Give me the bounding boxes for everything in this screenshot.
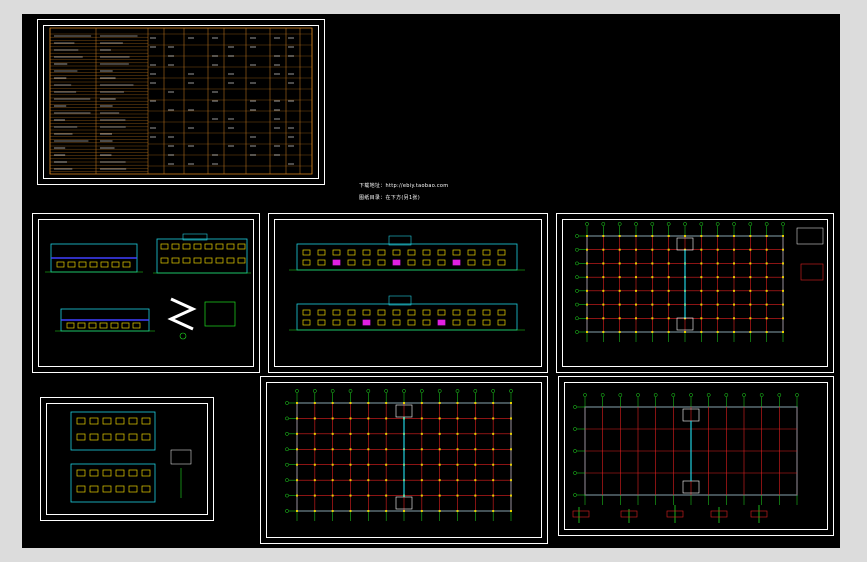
download-note: 下载地址：http://ebiy.taobao.com [359, 182, 448, 189]
stair-sketch [171, 299, 235, 339]
sheet-plan-roof[interactable] [558, 376, 834, 536]
drawing-index-table [38, 20, 324, 184]
side-elevation-a [45, 244, 143, 272]
directory-note: 图纸目录：在下方(另1张) [359, 194, 420, 201]
elevation-drawings [33, 214, 259, 372]
sheet-elevations-sections[interactable] [32, 213, 260, 373]
sheet-plan-upper[interactable] [556, 213, 834, 373]
side-elevation-c [55, 309, 155, 331]
front-elevation [289, 236, 525, 270]
ground-floor-plan [261, 377, 547, 543]
cad-model-space[interactable]: 下载地址：http://ebiy.taobao.com 图纸目录：在下方(另1张… [22, 14, 840, 548]
sheet-stair-details[interactable] [40, 397, 214, 521]
sheet-directory[interactable] [37, 19, 325, 185]
long-elevations [269, 214, 547, 372]
stair-detail-drawings [41, 398, 213, 520]
sheet-plan-ground[interactable] [260, 376, 548, 544]
rear-elevation [289, 296, 525, 330]
section-b [153, 234, 251, 273]
roof-plan [559, 377, 833, 535]
detail-callouts [573, 505, 767, 523]
upper-floor-plan [557, 214, 833, 372]
sheet-elevations-long[interactable] [268, 213, 548, 373]
